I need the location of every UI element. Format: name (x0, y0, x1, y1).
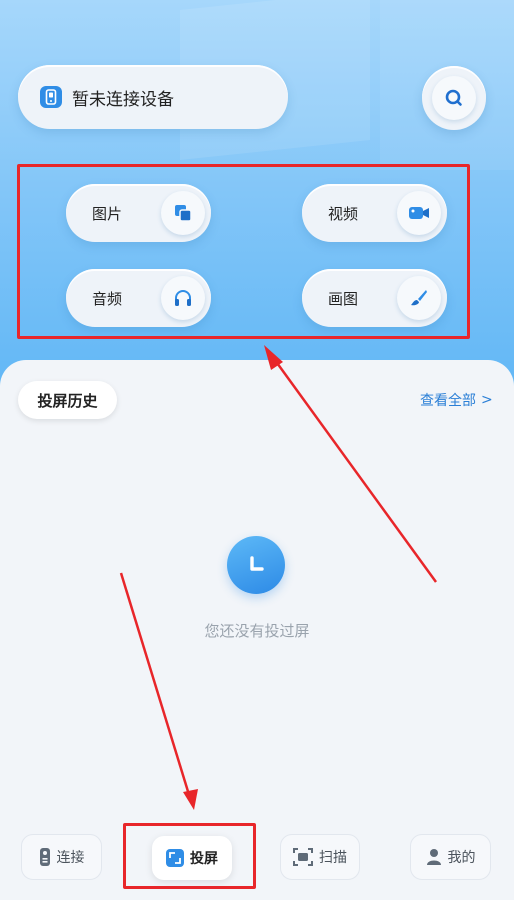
remote-icon (39, 847, 51, 867)
history-tab[interactable]: 投屏历史 (18, 381, 117, 419)
device-status-label: 暂未连接设备 (72, 89, 174, 110)
user-icon (426, 848, 442, 866)
empty-history-message: 您还没有投过屏 (204, 622, 310, 640)
search-icon (432, 76, 476, 120)
nav-label: 我的 (447, 850, 476, 866)
nav-label: 扫描 (319, 850, 347, 866)
annotation-highlight-box (17, 164, 470, 339)
clock-icon (227, 536, 285, 594)
phone-icon (40, 86, 62, 108)
nav-profile-button[interactable]: 我的 (410, 834, 491, 880)
nav-label: 连接 (56, 850, 85, 866)
search-button[interactable] (422, 66, 486, 130)
annotation-highlight-box (123, 823, 256, 889)
device-connection-button[interactable]: 暂未连接设备 (18, 65, 288, 129)
view-all-label: 查看全部 (420, 393, 476, 409)
scan-icon (293, 848, 313, 866)
view-all-link[interactable]: 查看全部 > (420, 390, 493, 410)
nav-connect-button[interactable]: 连接 (21, 834, 102, 880)
nav-scan-button[interactable]: 扫描 (280, 834, 360, 880)
chevron-right-icon: > (481, 392, 493, 408)
